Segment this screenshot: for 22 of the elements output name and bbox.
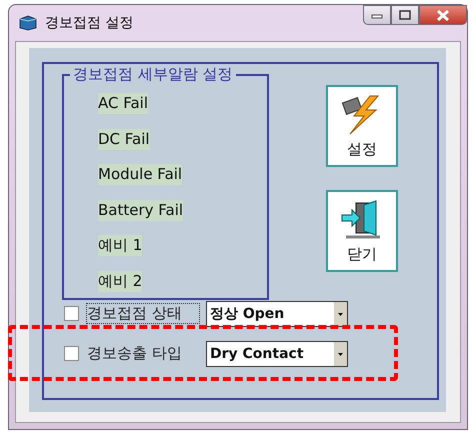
alarm-label: 예비 2	[98, 270, 142, 292]
alarm-label: AC Fail	[98, 93, 148, 114]
app-icon	[19, 15, 37, 31]
alarm-label: 예비 1	[98, 235, 142, 256]
maximize-icon	[399, 10, 411, 20]
minimize-button[interactable]	[363, 5, 391, 25]
close-icon	[436, 10, 450, 20]
close-button[interactable]	[419, 5, 467, 25]
apply-button[interactable]: 설정	[326, 85, 398, 167]
option-label: 경보접점 상태	[86, 303, 200, 324]
alarm-label: DC Fail	[98, 128, 150, 150]
close-dialog-button[interactable]: 닫기	[326, 190, 398, 272]
window-title: 경보접점 설정	[45, 14, 134, 32]
checkbox[interactable]	[64, 346, 79, 361]
dropdown[interactable]: 정상 Open	[206, 300, 348, 326]
maximize-button[interactable]	[391, 5, 419, 25]
option-label: 경보송출 타입	[86, 343, 183, 364]
dropdown[interactable]: Dry Contact	[206, 340, 348, 366]
groupbox-title: 경보접점 세부알람 설정	[70, 65, 236, 84]
alarm-label: Battery Fail	[98, 200, 184, 220]
alarm-label: Module Fail	[98, 164, 182, 185]
checkbox[interactable]	[64, 306, 79, 321]
